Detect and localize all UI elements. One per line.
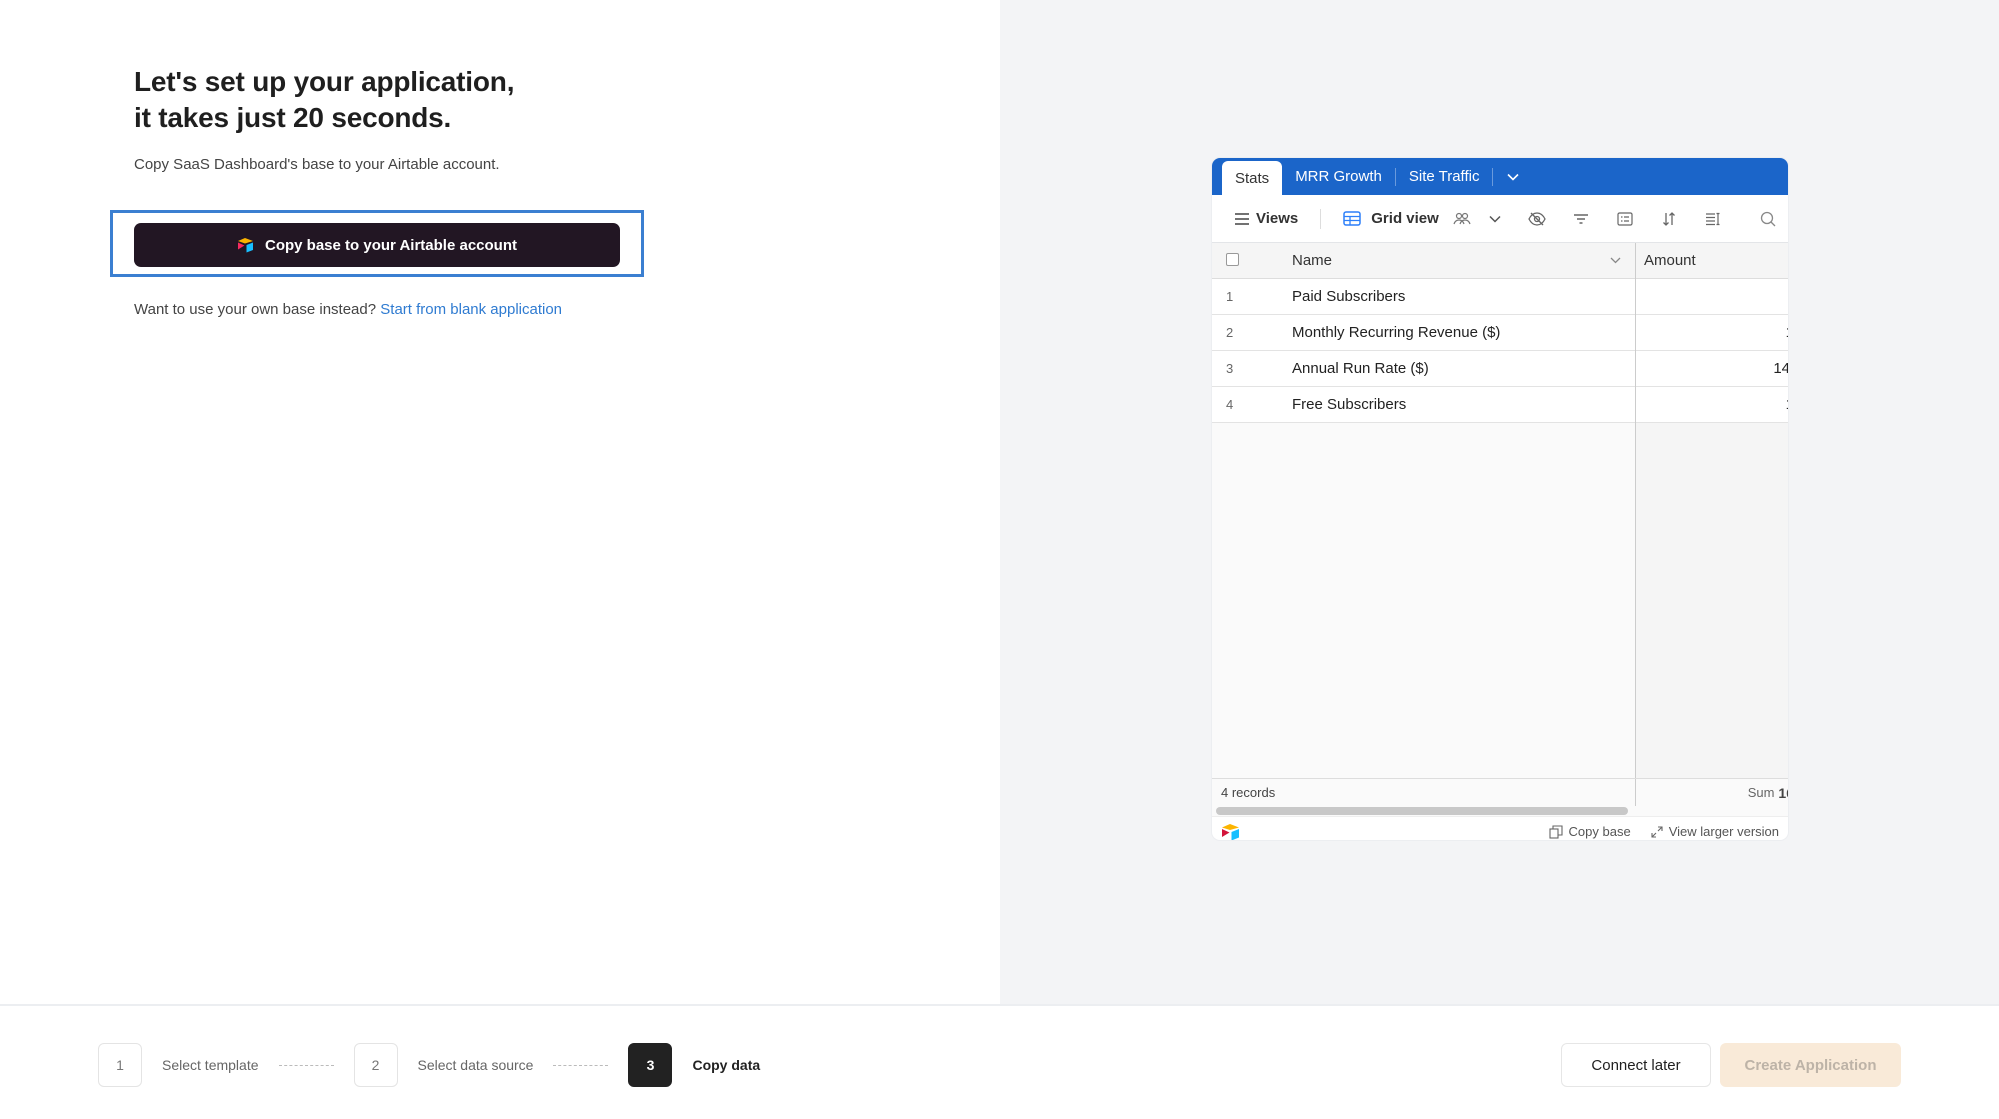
embed-footer: Copy base View larger version — [1212, 816, 1788, 840]
toolbar-separator — [1320, 208, 1322, 229]
stepper: 1 Select template 2 Select data source 3… — [98, 1043, 760, 1087]
step-connector — [278, 1064, 334, 1066]
row-amount[interactable]: 1 — [1635, 387, 1788, 422]
view-larger-link[interactable]: View larger version — [1651, 824, 1779, 839]
column-divider — [1635, 243, 1636, 778]
view-larger-label: View larger version — [1668, 824, 1779, 839]
wizard-footer: 1 Select template 2 Select data source 3… — [0, 1004, 1999, 1119]
step-1-badge: 1 — [98, 1043, 142, 1087]
tab-mrr-growth[interactable]: MRR Growth — [1282, 158, 1395, 195]
step-3-badge: 3 — [628, 1043, 673, 1087]
row-number: 2 — [1226, 325, 1234, 340]
group-icon[interactable] — [1603, 211, 1647, 226]
step-2-badge: 2 — [353, 1043, 398, 1087]
view-name: Grid view — [1371, 210, 1439, 227]
chevron-down-icon[interactable] — [1610, 257, 1621, 264]
expand-icon — [1651, 825, 1663, 838]
amount-column-bg — [1636, 423, 1788, 778]
row-number: 4 — [1226, 397, 1234, 412]
row-height-icon[interactable] — [1691, 212, 1735, 226]
tab-label: Stats — [1235, 169, 1270, 187]
summary-bar: 4 records Sum 16 — [1212, 778, 1788, 806]
copy-base-button-label: Copy base to your Airtable account — [265, 236, 517, 254]
tab-label: Site Traffic — [1408, 168, 1480, 185]
airtable-embed: Stats MRR Growth Site Traffic Views Grid… — [1212, 158, 1788, 840]
page: Let's set up your application, it takes … — [0, 0, 1999, 1119]
chevron-down-icon — [1489, 215, 1501, 223]
copy-icon — [1548, 824, 1563, 839]
column-amount-label: Amount — [1644, 252, 1696, 269]
row-number: 3 — [1226, 361, 1234, 376]
copy-base-button[interactable]: Copy base to your Airtable account — [134, 223, 620, 267]
row-name[interactable]: Monthly Recurring Revenue ($) — [1257, 324, 1635, 341]
chevron-down-icon — [1507, 173, 1520, 181]
column-header-name[interactable]: Name — [1257, 252, 1635, 269]
views-label: Views — [1256, 210, 1299, 227]
collaborative-view-icon — [1453, 212, 1471, 224]
setup-subtitle: Copy SaaS Dashboard's base to your Airta… — [134, 156, 500, 173]
alt-line: Want to use your own base instead? Start… — [134, 301, 562, 318]
table-row[interactable]: 3 Annual Run Rate ($) 14 — [1212, 351, 1788, 387]
column-name-label: Name — [1292, 252, 1333, 269]
row-amount[interactable]: 14 — [1635, 351, 1788, 386]
step-2-label: Select data source — [417, 1057, 534, 1073]
table-row[interactable]: 4 Free Subscribers 1 — [1212, 387, 1788, 423]
table-row[interactable]: 2 Monthly Recurring Revenue ($) 1 — [1212, 315, 1788, 351]
grid-view-icon — [1343, 211, 1362, 226]
airtable-logo-icon[interactable] — [1221, 823, 1241, 841]
row-number: 1 — [1226, 289, 1234, 304]
table-row[interactable]: 1 Paid Subscribers — [1212, 279, 1788, 315]
row-amount[interactable] — [1635, 279, 1788, 314]
row-name[interactable]: Free Subscribers — [1257, 396, 1635, 413]
row-name[interactable]: Paid Subscribers — [1257, 288, 1635, 305]
horizontal-scrollbar[interactable] — [1212, 806, 1788, 816]
grid-header-row: Name Amount — [1212, 243, 1788, 279]
record-count: 4 records — [1221, 785, 1276, 800]
scrollbar-thumb[interactable] — [1216, 807, 1628, 815]
alt-prompt: Want to use your own base instead? — [134, 301, 377, 318]
title-line-1: Let's set up your application, — [134, 66, 515, 97]
grid-view-switcher[interactable]: Grid view — [1343, 210, 1501, 227]
tab-label: MRR Growth — [1295, 168, 1382, 185]
amount-sum[interactable]: Sum 16 — [1635, 779, 1788, 806]
sum-value: 16 — [1778, 784, 1788, 801]
title-line-2: it takes just 20 seconds. — [134, 102, 452, 133]
tab-site-traffic[interactable]: Site Traffic — [1396, 158, 1493, 195]
sum-label: Sum — [1747, 785, 1775, 800]
search-icon[interactable] — [1748, 211, 1788, 227]
tab-stats[interactable]: Stats — [1222, 161, 1283, 195]
views-button[interactable]: Views — [1234, 210, 1298, 227]
step-3-label: Copy data — [692, 1057, 761, 1073]
more-tabs-button[interactable] — [1493, 158, 1533, 195]
hide-fields-icon[interactable] — [1515, 211, 1559, 226]
view-toolbar: Views Grid view — [1212, 195, 1788, 243]
copy-base-link[interactable]: Copy base — [1548, 824, 1631, 839]
copy-base-label: Copy base — [1568, 824, 1631, 839]
select-all-checkbox[interactable] — [1212, 252, 1257, 269]
column-header-amount[interactable]: Amount — [1635, 243, 1788, 278]
sort-icon[interactable] — [1647, 211, 1691, 226]
connect-later-button[interactable]: Connect later — [1561, 1043, 1711, 1087]
airtable-logo-icon — [238, 238, 253, 253]
filter-icon[interactable] — [1559, 213, 1603, 225]
setup-panel: Let's set up your application, it takes … — [0, 0, 1000, 1004]
step-connector — [553, 1064, 609, 1066]
start-blank-link[interactable]: Start from blank application — [380, 301, 562, 318]
step-1-label: Select template — [162, 1057, 259, 1073]
records-grid: Name Amount 1 Paid Subscribers 2 Monthly… — [1212, 243, 1788, 778]
copy-button-focus-ring: Copy base to your Airtable account — [110, 210, 644, 277]
row-amount[interactable]: 1 — [1635, 315, 1788, 350]
menu-icon — [1235, 212, 1249, 225]
page-title: Let's set up your application, it takes … — [134, 64, 514, 136]
create-application-button[interactable]: Create Application — [1720, 1043, 1901, 1087]
row-name[interactable]: Annual Run Rate ($) — [1257, 360, 1635, 377]
table-tabbar: Stats MRR Growth Site Traffic — [1212, 158, 1788, 195]
